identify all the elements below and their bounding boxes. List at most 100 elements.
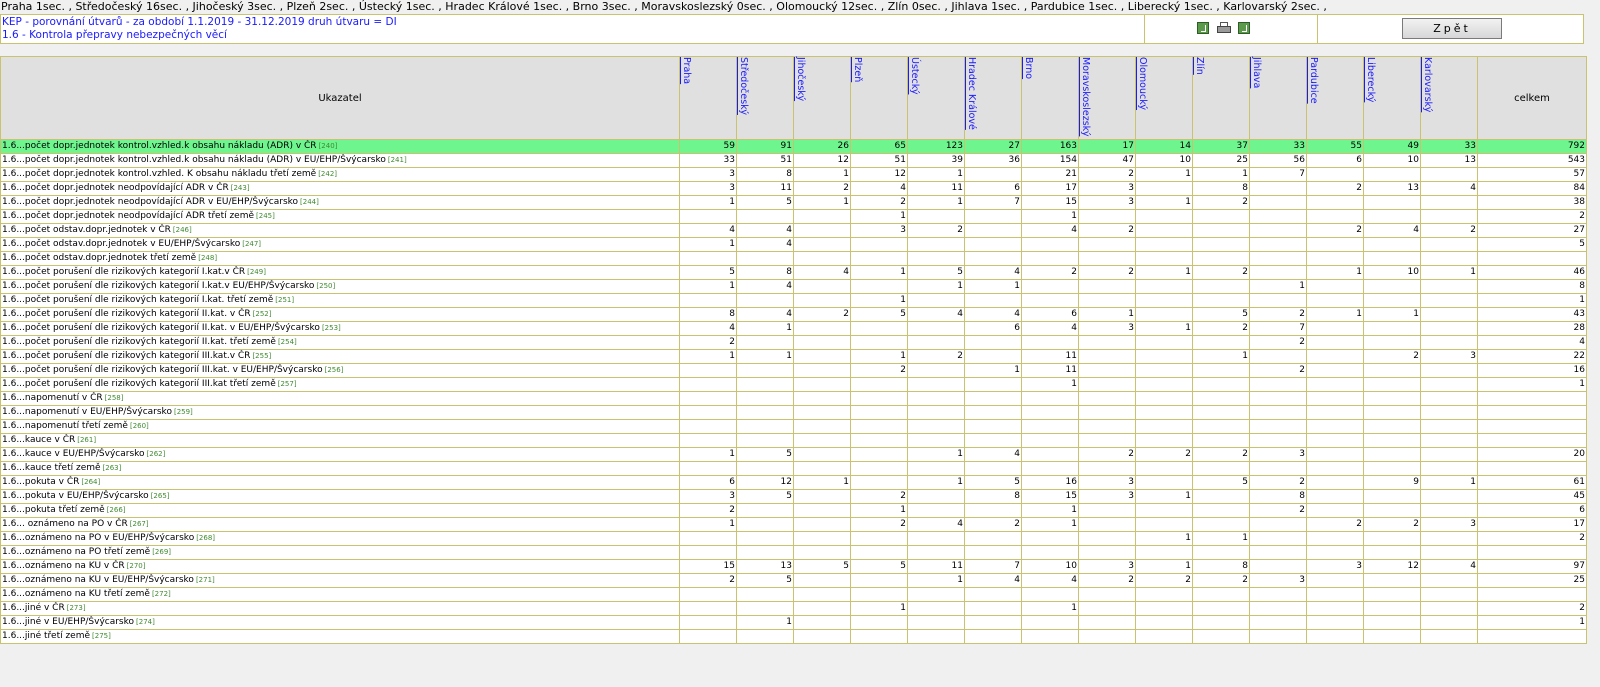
value-cell: 2	[850, 517, 908, 533]
value-cell	[1078, 279, 1136, 295]
value-cell	[964, 335, 1022, 351]
region-header: Středočeský	[736, 55, 794, 141]
indicator-code: [268]	[196, 534, 216, 543]
total-cell: 46	[1477, 265, 1587, 281]
value-cell	[1192, 489, 1250, 505]
value-cell	[1306, 321, 1364, 337]
value-cell: 1	[1021, 517, 1079, 533]
value-cell	[736, 461, 794, 477]
total-cell: 2	[1477, 209, 1587, 225]
total-cell: 17	[1477, 517, 1587, 533]
table-row: 1.6...počet porušení dle rizikových kate…	[0, 279, 1587, 295]
table-row: 1.6...počet porušení dle rizikových kate…	[0, 293, 1587, 309]
region-link[interactable]: Liberecký	[1365, 57, 1376, 102]
value-cell: 2	[1306, 517, 1364, 533]
region-link[interactable]: Olomoucký	[1137, 57, 1148, 110]
indicator-text: 1.6...počet dopr.jednotek neodpovídající…	[2, 211, 255, 222]
excel-export-icon[interactable]	[1238, 22, 1250, 34]
value-cell: 2	[1078, 573, 1136, 589]
value-cell: 5	[850, 559, 908, 575]
indicator-code: [250]	[316, 282, 336, 291]
value-cell	[1306, 489, 1364, 505]
indicator-code: [246]	[172, 226, 192, 235]
value-cell	[964, 237, 1022, 253]
table-row: 1.6...oznámeno na PO v EU/EHP/Švýcarsko[…	[0, 531, 1587, 547]
region-link[interactable]: Hradec Králové	[966, 57, 977, 130]
indicator-text: 1.6...pokuta třetí země	[2, 505, 105, 516]
value-cell: 1	[1192, 167, 1250, 183]
value-cell: 7	[964, 559, 1022, 575]
value-cell	[736, 377, 794, 393]
value-cell: 1	[679, 349, 737, 365]
indicator-code: [241]	[387, 156, 407, 165]
value-cell	[907, 587, 965, 603]
value-cell: 4	[1021, 223, 1079, 239]
value-cell: 2	[1192, 321, 1250, 337]
value-cell	[850, 461, 908, 477]
indicator-label: 1.6...oznámeno na KU v ČR [270]	[0, 559, 680, 575]
region-link[interactable]: Zlín	[1194, 57, 1205, 75]
indicator-label: 1.6...počet porušení dle rizikových kate…	[0, 293, 680, 309]
indicator-code: [255]	[252, 352, 272, 361]
value-cell	[1249, 405, 1307, 421]
value-cell: 1	[1135, 265, 1193, 281]
total-cell: 1	[1477, 615, 1587, 631]
indicator-label: 1.6...počet porušení dle rizikových kate…	[0, 363, 680, 379]
value-cell: 5	[964, 475, 1022, 491]
value-cell: 2	[1135, 447, 1193, 463]
value-cell	[1306, 503, 1364, 519]
value-cell: 2	[1363, 349, 1421, 365]
value-cell	[1249, 265, 1307, 281]
value-cell	[1420, 377, 1478, 393]
region-link[interactable]: Jihočeský	[795, 57, 806, 101]
printer-icon[interactable]	[1217, 22, 1231, 34]
value-cell	[1420, 167, 1478, 183]
value-cell: 1	[736, 615, 794, 631]
region-link[interactable]: Moravskoslezský	[1080, 57, 1091, 136]
value-cell	[1135, 293, 1193, 309]
excel-export-icon[interactable]	[1197, 22, 1209, 34]
region-link[interactable]: Karlovarský	[1422, 57, 1433, 112]
value-cell: 10	[1363, 153, 1421, 169]
table-row: 1.6...počet porušení dle rizikových kate…	[0, 265, 1587, 281]
value-cell	[964, 615, 1022, 631]
table-row: 1.6...počet dopr.jednotek neodpovídající…	[0, 181, 1587, 197]
value-cell: 2	[679, 503, 737, 519]
region-link[interactable]: Středočeský	[738, 57, 749, 115]
total-cell: 8	[1477, 279, 1587, 295]
region-link[interactable]: Ústecký	[909, 57, 920, 94]
value-cell	[1363, 573, 1421, 589]
value-cell: 1	[679, 517, 737, 533]
value-cell	[793, 363, 851, 379]
region-link[interactable]: Pardubice	[1308, 57, 1319, 104]
value-cell	[907, 531, 965, 547]
region-link[interactable]: Plzeň	[852, 57, 863, 82]
value-cell	[964, 629, 1022, 645]
export-icons	[1144, 15, 1318, 43]
value-cell	[793, 615, 851, 631]
value-cell: 39	[907, 153, 965, 169]
value-cell	[793, 545, 851, 561]
value-cell: 2	[1021, 265, 1079, 281]
value-cell	[679, 601, 737, 617]
value-cell	[679, 531, 737, 547]
value-cell: 4	[850, 181, 908, 197]
indicator-code: [258]	[104, 394, 124, 403]
value-cell: 3	[1078, 195, 1136, 211]
back-button[interactable]: Zpět	[1402, 18, 1502, 39]
value-cell	[1363, 489, 1421, 505]
region-link[interactable]: Brno	[1023, 57, 1034, 79]
value-cell: 5	[1192, 307, 1250, 323]
value-cell: 1	[1192, 349, 1250, 365]
value-cell	[1363, 391, 1421, 407]
region-link[interactable]: Praha	[681, 57, 692, 84]
value-cell	[1021, 447, 1079, 463]
region-link[interactable]: Jihlava	[1251, 57, 1262, 88]
value-cell: 3	[679, 489, 737, 505]
value-cell	[1078, 251, 1136, 267]
value-cell	[1135, 237, 1193, 253]
value-cell	[850, 279, 908, 295]
value-cell	[1021, 545, 1079, 561]
value-cell	[1021, 461, 1079, 477]
value-cell	[1192, 545, 1250, 561]
